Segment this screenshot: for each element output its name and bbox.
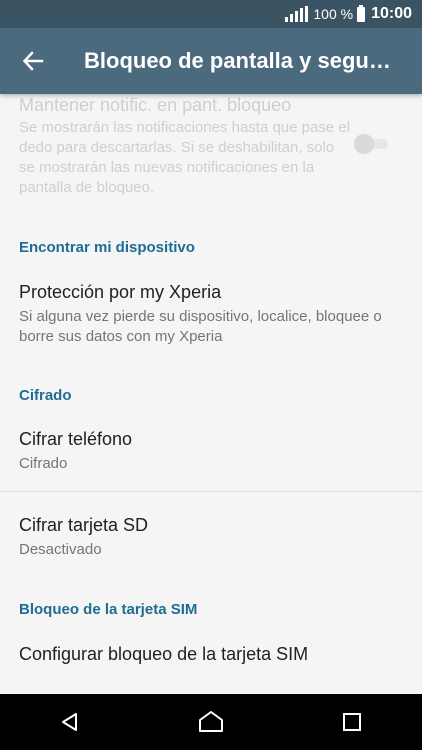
navigation-bar [0, 694, 422, 750]
encrypt-sd-setting[interactable]: Cifrar tarjeta SD Desactivado [19, 513, 403, 560]
battery-percent: 100 % [313, 6, 354, 22]
back-triangle-icon [62, 713, 78, 731]
signal-icon [285, 6, 309, 22]
settings-list[interactable]: Mantener notific. en pant. bloqueo Se mo… [0, 94, 422, 694]
status-bar: 100 % 10:00 [0, 0, 422, 28]
arrow-left-icon [22, 51, 44, 71]
setting-title: Cifrar teléfono [19, 429, 133, 449]
section-header-encryption: Cifrado [19, 387, 72, 404]
nav-recents-button[interactable] [322, 694, 382, 750]
back-button[interactable] [0, 28, 66, 94]
clock: 10:00 [371, 5, 412, 22]
home-icon [198, 711, 223, 732]
notif-lock-toggle[interactable] [354, 134, 390, 154]
section-header-sim-lock: Bloqueo de la tarjeta SIM [19, 601, 198, 618]
page-title: Bloqueo de pantalla y seguridad [84, 48, 396, 73]
notif-lock-setting: Mantener notific. en pant. bloqueo Se mo… [19, 94, 352, 198]
setting-subtitle: Se mostrarán las notificaciones hasta qu… [19, 119, 351, 196]
encrypt-phone-setting[interactable]: Cifrar teléfono Cifrado [19, 427, 403, 474]
setting-title: Protección por my Xperia [19, 282, 222, 302]
recents-icon [342, 713, 361, 731]
battery-icon [357, 4, 366, 22]
setting-status: Cifrado [19, 455, 68, 472]
setting-status: Desactivado [19, 541, 102, 558]
app-bar: Bloqueo de pantalla y seguridad [0, 28, 422, 94]
setting-title: Mantener notific. en pant. bloqueo [19, 95, 292, 115]
nav-back-button[interactable] [40, 694, 100, 750]
sim-lock-setting[interactable]: Configurar bloqueo de la tarjeta SIM [19, 642, 403, 666]
divider [0, 491, 422, 492]
setting-subtitle: Si alguna vez pierde su dispositivo, loc… [19, 308, 382, 345]
nav-home-button[interactable] [181, 694, 241, 750]
setting-title: Configurar bloqueo de la tarjeta SIM [19, 644, 309, 664]
setting-title: Cifrar tarjeta SD [19, 515, 149, 535]
xperia-protection-setting[interactable]: Protección por my Xperia Si alguna vez p… [19, 280, 403, 347]
section-header-find-device: Encontrar mi dispositivo [19, 239, 195, 256]
